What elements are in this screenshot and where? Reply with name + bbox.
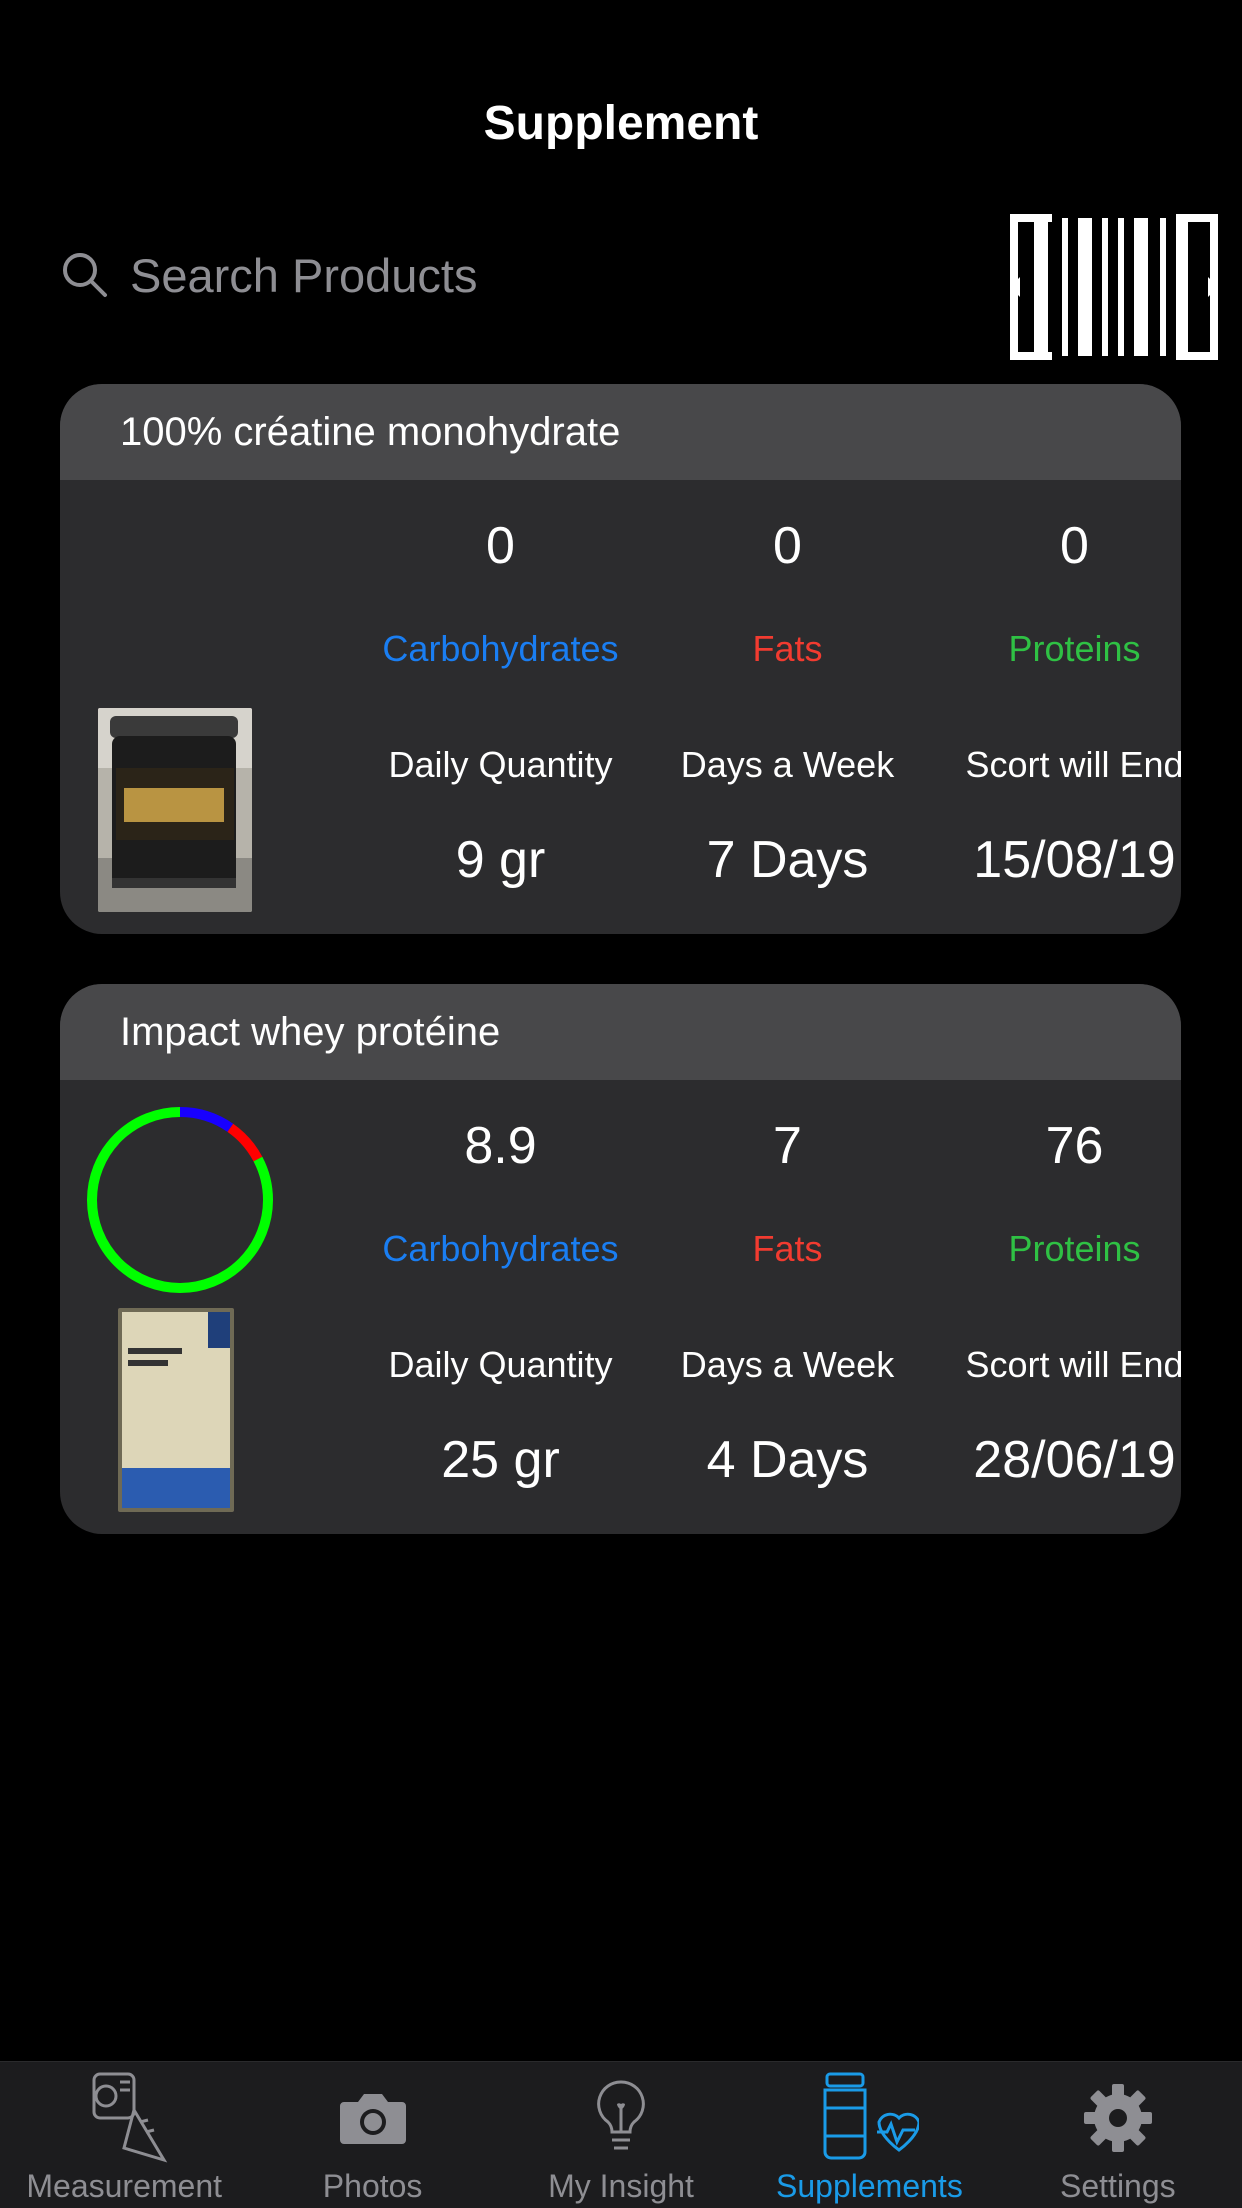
supplement-name: Impact whey protéine: [60, 984, 1181, 1080]
days-a-week-value: 7 Days: [706, 831, 869, 889]
tab-label: Supplements: [776, 2168, 963, 2204]
supplements-icon: [823, 2072, 920, 2160]
carbs-label: Carbohydrates: [382, 1228, 619, 1269]
product-image: [118, 1308, 234, 1512]
search-input[interactable]: [130, 247, 930, 303]
gear-icon: [1083, 2084, 1152, 2152]
fats-label: Fats: [752, 628, 823, 669]
fats-label: Fats: [752, 1228, 823, 1269]
tab-bar: Measurement Photos My Insight Supplement…: [0, 2061, 1242, 2208]
tab-label: Settings: [1060, 2168, 1176, 2204]
end-date-label: Scort will End: [965, 1344, 1181, 1385]
search-bar[interactable]: [60, 240, 940, 310]
daily-quantity-label: Daily Quantity: [388, 1344, 613, 1385]
lightbulb-icon: [597, 2080, 645, 2150]
search-icon: [63, 253, 107, 297]
end-date-value: 28/06/19: [973, 1431, 1176, 1489]
product-image: [98, 708, 252, 912]
end-date-value: 15/08/19: [973, 831, 1176, 889]
macro-ring-chart: [87, 1107, 273, 1293]
tab-supplements[interactable]: Supplements: [745, 2062, 993, 2208]
days-a-week-value: 4 Days: [706, 1431, 869, 1489]
proteins-label: Proteins: [1008, 628, 1141, 669]
tab-label: My Insight: [548, 2168, 694, 2204]
tab-settings[interactable]: Settings: [994, 2062, 1242, 2208]
tab-my-insight[interactable]: My Insight: [497, 2062, 745, 2208]
supplement-name: 100% créatine monohydrate: [60, 384, 1181, 480]
daily-quantity-value: 9 gr: [455, 831, 546, 889]
carbs-label: Carbohydrates: [382, 628, 619, 669]
days-a-week-label: Days a Week: [680, 744, 895, 785]
barcode-scanner-icon[interactable]: [1010, 214, 1218, 360]
proteins-value: 0: [1060, 517, 1089, 575]
supplement-card[interactable]: 100% créatine monohydrate 0 0 0 Carbohyd…: [60, 384, 1181, 934]
camera-icon: [339, 2094, 406, 2144]
daily-quantity-value: 25 gr: [441, 1431, 560, 1489]
fats-value: 0: [773, 517, 802, 575]
measuring-tape-icon: [92, 2072, 168, 2163]
tab-measurement[interactable]: Measurement: [0, 2062, 248, 2208]
page-title: Supplement: [483, 97, 759, 150]
tab-label: Measurement: [26, 2168, 223, 2204]
proteins-value: 76: [1045, 1117, 1104, 1175]
fats-value: 7: [773, 1117, 802, 1175]
tab-label: Photos: [322, 2168, 423, 2204]
supplement-card[interactable]: Impact whey protéine 8.9 7 76 Carbohydra…: [60, 984, 1181, 1534]
end-date-label: Scort will End: [965, 744, 1181, 785]
carbs-value: 8.9: [464, 1117, 537, 1175]
proteins-label: Proteins: [1008, 1228, 1141, 1269]
carbs-value: 0: [486, 517, 515, 575]
days-a-week-label: Days a Week: [680, 1344, 895, 1385]
tab-photos[interactable]: Photos: [248, 2062, 496, 2208]
daily-quantity-label: Daily Quantity: [388, 744, 613, 785]
